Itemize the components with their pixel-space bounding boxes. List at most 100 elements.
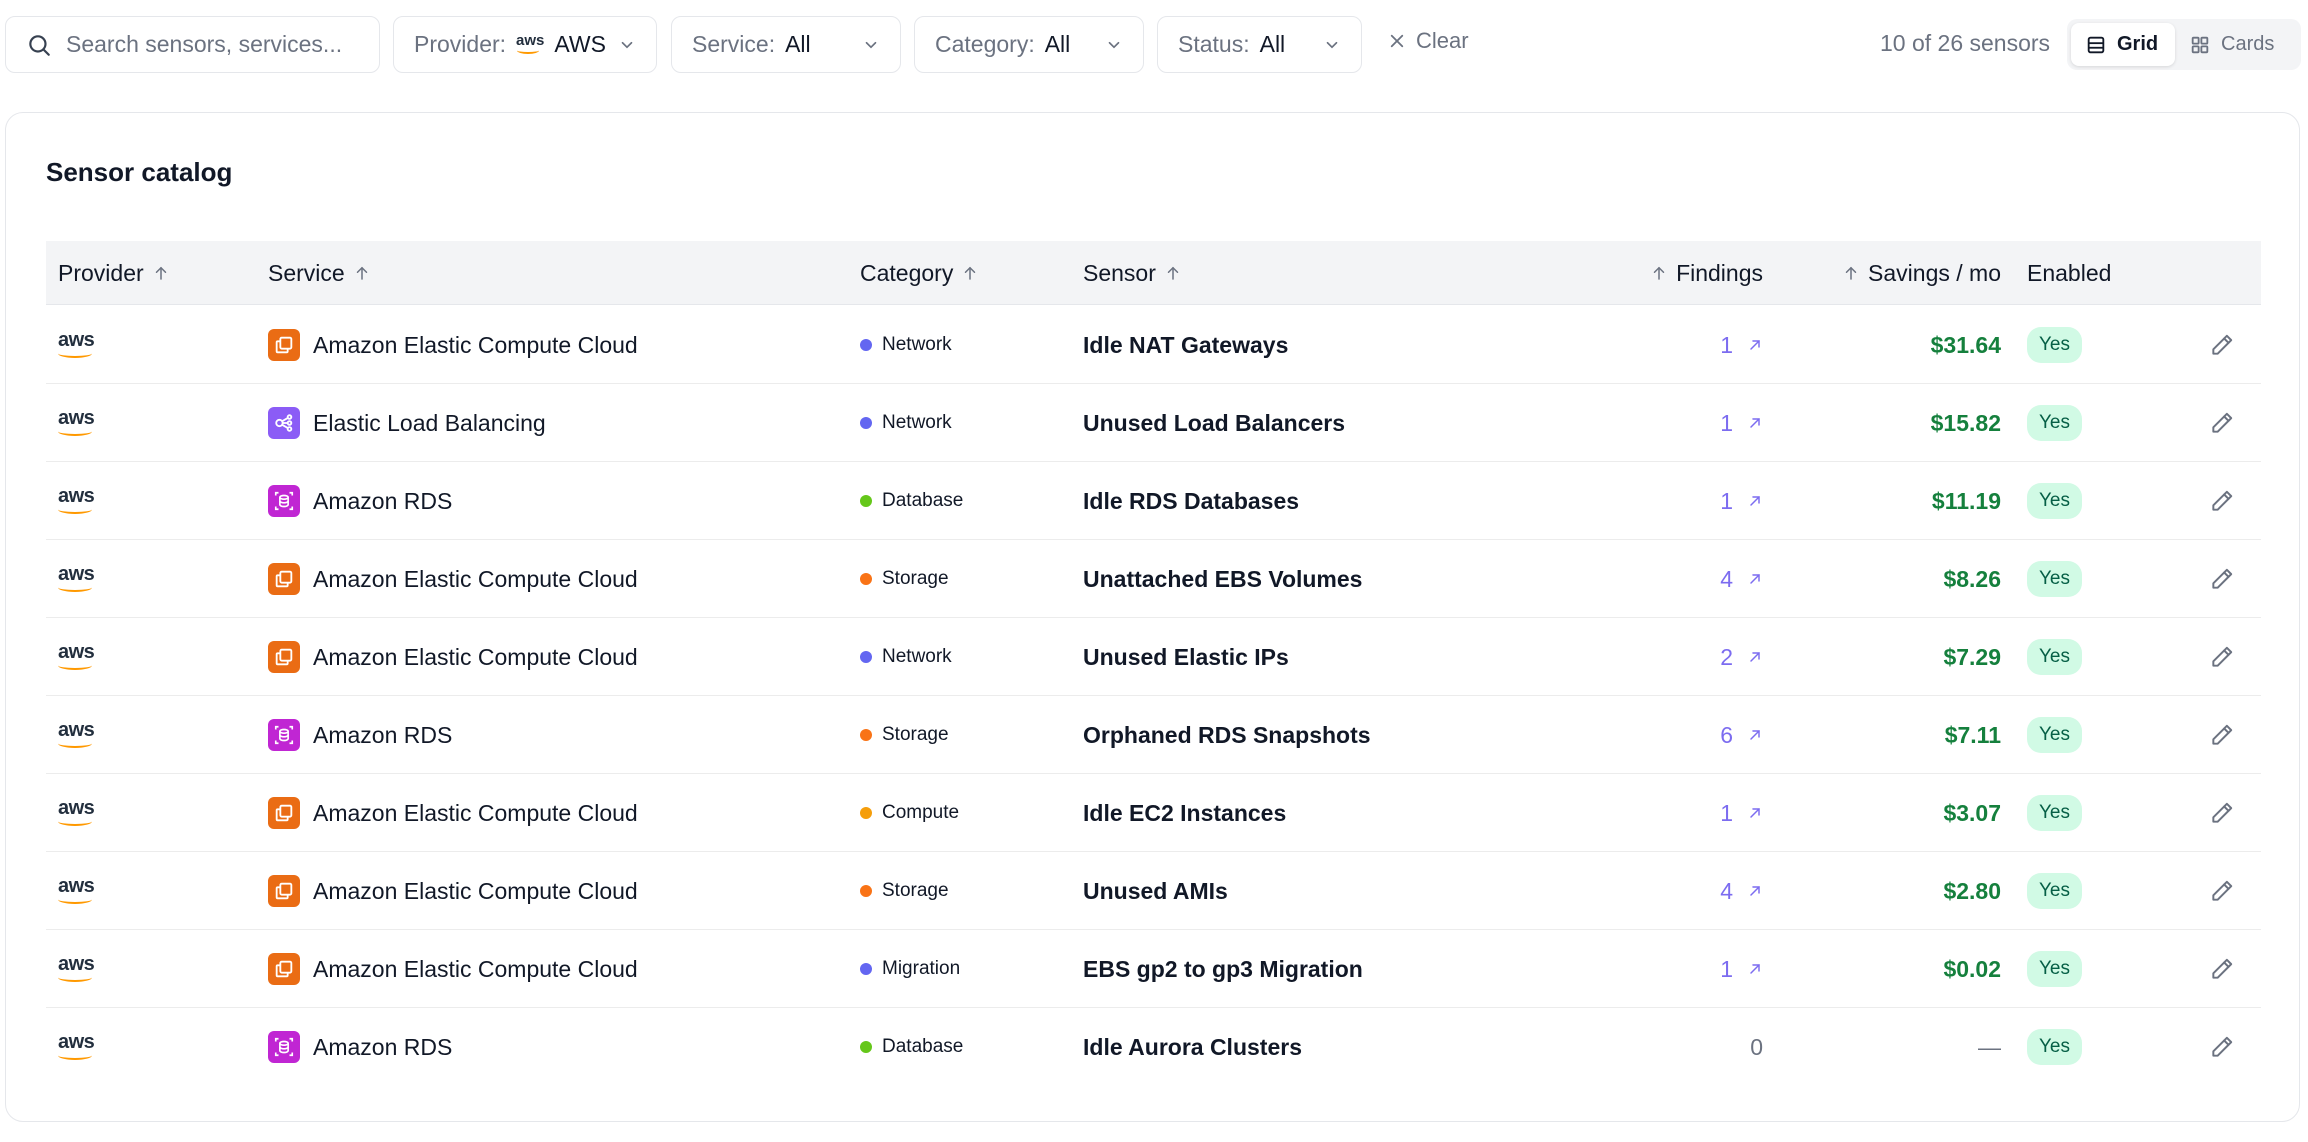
findings-count[interactable]: 1 xyxy=(1720,488,1733,515)
findings-count[interactable]: 2 xyxy=(1720,644,1733,671)
edit-button[interactable] xyxy=(2209,852,2235,930)
findings-cell[interactable]: 4 xyxy=(1546,540,1763,618)
column-header-enabled[interactable]: Enabled xyxy=(2027,241,2111,305)
table-row[interactable]: aws Amazon Elastic Compute Cloud Compute… xyxy=(46,774,2261,852)
findings-count[interactable]: 0 xyxy=(1750,1034,1763,1061)
arrow-up-right-icon[interactable] xyxy=(1747,493,1763,509)
findings-count[interactable]: 4 xyxy=(1720,878,1733,905)
findings-count[interactable]: 1 xyxy=(1720,800,1733,827)
sensor-name: Unused Load Balancers xyxy=(1083,409,1346,436)
aws-logo-icon: aws xyxy=(58,874,95,904)
pencil-icon xyxy=(2212,1036,2233,1057)
clear-filters-button[interactable]: Clear xyxy=(1388,28,1469,54)
edit-button[interactable] xyxy=(2209,618,2235,696)
clear-filters-label: Clear xyxy=(1416,28,1469,53)
rds-icon xyxy=(268,719,300,751)
provider-filter[interactable]: Provider: aws AWS xyxy=(393,16,657,73)
edit-button[interactable] xyxy=(2209,384,2235,462)
category-filter-label: Category: xyxy=(935,31,1035,57)
arrow-up-right-icon[interactable] xyxy=(1747,649,1763,665)
table-row[interactable]: aws Amazon Elastic Compute Cloud Network… xyxy=(46,306,2261,384)
findings-count[interactable]: 1 xyxy=(1720,332,1733,359)
column-header-provider[interactable]: Provider xyxy=(58,241,170,305)
findings-cell[interactable]: 0 xyxy=(1546,1008,1763,1086)
aws-logo-icon: aws xyxy=(516,32,545,54)
enabled-cell: Yes xyxy=(2027,774,2082,852)
enabled-cell: Yes xyxy=(2027,618,2082,696)
service-filter[interactable]: Service: All xyxy=(671,16,901,73)
findings-cell[interactable]: 6 xyxy=(1546,696,1763,774)
filter-toolbar: Provider: aws AWS Service: All Category:… xyxy=(0,0,2308,90)
edit-button[interactable] xyxy=(2209,1008,2235,1086)
savings-value: $11.19 xyxy=(1931,487,2001,514)
view-cards-label: Cards xyxy=(2221,33,2275,55)
sensor-name: Unattached EBS Volumes xyxy=(1083,565,1363,592)
enabled-badge: Yes xyxy=(2027,483,2082,519)
findings-cell[interactable]: 1 xyxy=(1546,774,1763,852)
service-filter-value: All xyxy=(785,31,811,57)
arrow-up-right-icon[interactable] xyxy=(1747,415,1763,431)
findings-cell[interactable]: 1 xyxy=(1546,930,1763,1008)
column-header-category[interactable]: Category xyxy=(860,241,979,305)
edit-button[interactable] xyxy=(2209,774,2235,852)
edit-button[interactable] xyxy=(2209,540,2235,618)
search-box[interactable] xyxy=(5,16,380,73)
arrow-up-right-icon[interactable] xyxy=(1747,961,1763,977)
findings-count[interactable]: 6 xyxy=(1720,722,1733,749)
column-header-savings[interactable]: Savings / mo xyxy=(1786,241,2001,305)
arrow-up-right-icon[interactable] xyxy=(1747,571,1763,587)
arrow-up-right-icon[interactable] xyxy=(1747,805,1763,821)
arrow-up-right-icon[interactable] xyxy=(1747,883,1763,899)
arrow-up-right-icon[interactable] xyxy=(1747,727,1763,743)
provider-cell: aws xyxy=(58,1008,95,1086)
findings-cell[interactable]: 2 xyxy=(1546,618,1763,696)
view-grid-button[interactable]: Grid xyxy=(2071,23,2175,66)
category-filter[interactable]: Category: All xyxy=(914,16,1144,73)
column-header-findings[interactable]: Findings xyxy=(1546,241,1763,305)
table-row[interactable]: aws Amazon RDS Database Idle RDS Databas… xyxy=(46,462,2261,540)
status-filter[interactable]: Status: All xyxy=(1157,16,1362,73)
ec2-icon xyxy=(268,797,300,829)
search-input[interactable] xyxy=(66,31,366,58)
findings-count[interactable]: 4 xyxy=(1720,566,1733,593)
category-label: Storage xyxy=(882,724,949,745)
provider-cell: aws xyxy=(58,852,95,930)
findings-count[interactable]: 1 xyxy=(1720,410,1733,437)
category-dot xyxy=(860,963,872,975)
provider-filter-label: Provider: xyxy=(414,31,507,57)
column-header-service[interactable]: Service xyxy=(268,241,371,305)
findings-count[interactable]: 1 xyxy=(1720,956,1733,983)
aws-logo-icon: aws xyxy=(58,718,95,748)
edit-button[interactable] xyxy=(2209,696,2235,774)
edit-button[interactable] xyxy=(2209,306,2235,384)
table-row[interactable]: aws Amazon Elastic Compute Cloud Migrati… xyxy=(46,930,2261,1008)
table-row[interactable]: aws Amazon RDS Database Idle Aurora Clus… xyxy=(46,1008,2261,1086)
findings-cell[interactable]: 1 xyxy=(1546,306,1763,384)
table-row[interactable]: aws Amazon Elastic Compute Cloud Storage… xyxy=(46,540,2261,618)
column-label: Enabled xyxy=(2027,259,2112,286)
findings-cell[interactable]: 1 xyxy=(1546,462,1763,540)
service-name: Elastic Load Balancing xyxy=(313,409,546,436)
service-name: Amazon Elastic Compute Cloud xyxy=(313,955,638,982)
pencil-icon xyxy=(2212,568,2233,589)
category-dot xyxy=(860,651,872,663)
edit-button[interactable] xyxy=(2209,930,2235,1008)
table-row[interactable]: aws Amazon RDS Storage Orphaned RDS Snap… xyxy=(46,696,2261,774)
aws-logo-icon: aws xyxy=(58,484,95,514)
sensor-name: Orphaned RDS Snapshots xyxy=(1083,721,1371,748)
table-row[interactable]: aws Amazon Elastic Compute Cloud Network… xyxy=(46,618,2261,696)
edit-button[interactable] xyxy=(2209,462,2235,540)
category-cell: Network xyxy=(860,384,952,462)
view-cards-button[interactable]: Cards xyxy=(2175,23,2293,66)
category-cell: Network xyxy=(860,306,952,384)
findings-cell[interactable]: 1 xyxy=(1546,384,1763,462)
column-header-sensor[interactable]: Sensor xyxy=(1083,241,1182,305)
savings-value: $8.26 xyxy=(1943,565,2001,592)
service-cell: Amazon Elastic Compute Cloud xyxy=(268,852,638,930)
table-row[interactable]: aws Amazon Elastic Compute Cloud Storage… xyxy=(46,852,2261,930)
arrow-up-right-icon[interactable] xyxy=(1747,337,1763,353)
provider-cell: aws xyxy=(58,696,95,774)
table-row[interactable]: aws Elastic Load Balancing Network Unuse… xyxy=(46,384,2261,462)
findings-cell[interactable]: 4 xyxy=(1546,852,1763,930)
aws-logo-icon: aws xyxy=(58,796,95,826)
